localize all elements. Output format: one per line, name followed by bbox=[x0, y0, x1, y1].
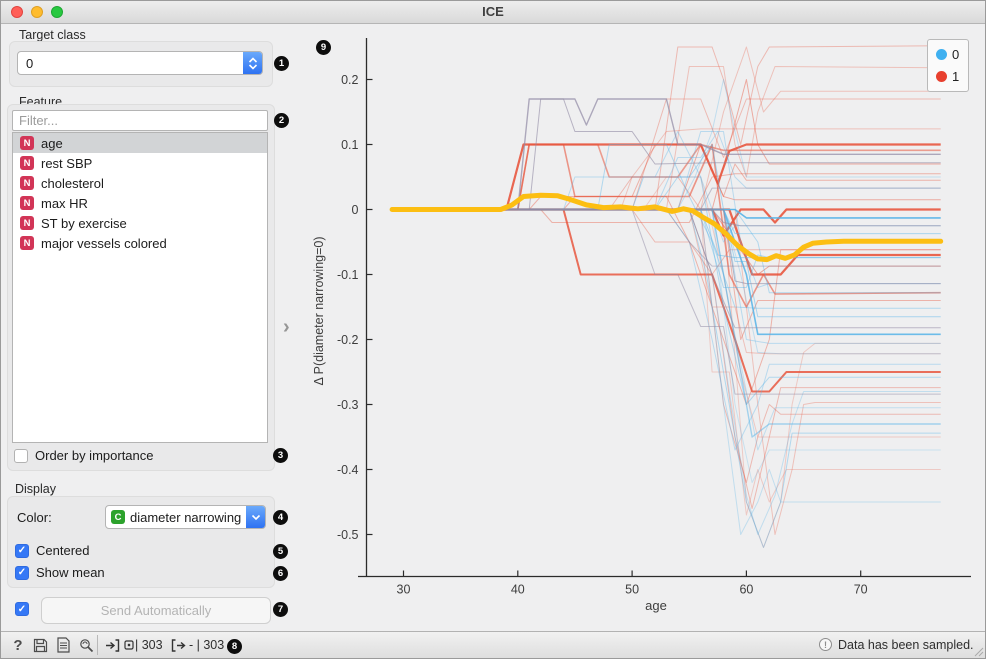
feature-list-item[interactable]: Nmajor vessels colored bbox=[13, 233, 267, 253]
feature-list-item[interactable]: Nrest SBP bbox=[13, 153, 267, 173]
show-mean-checkbox[interactable]: ✓ bbox=[15, 566, 29, 580]
doc-annotation-badge: 7 bbox=[273, 602, 288, 617]
color-label: Color: bbox=[17, 510, 52, 525]
centered-checkbox[interactable]: ✓ bbox=[15, 544, 29, 558]
show-mean-label: Show mean bbox=[36, 565, 105, 580]
send-automatically-button[interactable]: Send Automatically bbox=[41, 597, 271, 624]
feature-list-item[interactable]: Nage bbox=[13, 133, 267, 153]
order-by-importance-checkbox[interactable] bbox=[14, 449, 28, 463]
doc-annotation-badge: 2 bbox=[274, 113, 289, 128]
feature-name: max HR bbox=[41, 196, 88, 211]
report-icon[interactable] bbox=[54, 636, 72, 654]
output-summary: - | 303 bbox=[189, 638, 224, 652]
input-summary: | 303 bbox=[135, 638, 163, 652]
input-arrow-icon bbox=[103, 636, 121, 654]
warning-icon: ! bbox=[819, 638, 832, 651]
svg-text:60: 60 bbox=[739, 583, 753, 597]
target-class-combobox[interactable]: 0 bbox=[17, 51, 263, 75]
visual-settings-brush-icon[interactable] bbox=[77, 636, 95, 654]
order-by-importance-label: Order by importance bbox=[35, 448, 154, 463]
color-combobox[interactable]: C diameter narrowing bbox=[105, 505, 266, 529]
doc-annotation-badge: 1 bbox=[274, 56, 289, 71]
svg-text:70: 70 bbox=[854, 583, 868, 597]
numeric-variable-icon: N bbox=[20, 136, 34, 150]
color-combobox-chevron-icon[interactable] bbox=[246, 506, 265, 528]
feature-name: cholesterol bbox=[41, 176, 104, 191]
svg-text:age: age bbox=[645, 598, 667, 613]
svg-text:0: 0 bbox=[352, 203, 359, 217]
combobox-stepper-icon[interactable] bbox=[243, 52, 262, 74]
svg-text:Δ P(diameter narrowing=0): Δ P(diameter narrowing=0) bbox=[312, 236, 326, 385]
plot-legend: 01 bbox=[927, 39, 969, 92]
feature-filter-input[interactable] bbox=[12, 110, 268, 131]
centered-row[interactable]: ✓ Centered bbox=[15, 543, 89, 558]
statusbar: ? | 303 - | 303 ! Data has been sampled. bbox=[1, 631, 985, 658]
collapse-sidebar-chevron-icon[interactable]: › bbox=[283, 316, 290, 339]
centered-label: Centered bbox=[36, 543, 89, 558]
svg-text:50: 50 bbox=[625, 583, 639, 597]
svg-text:-0.2: -0.2 bbox=[337, 333, 359, 347]
numeric-variable-icon: N bbox=[20, 196, 34, 210]
statusbar-divider bbox=[97, 635, 98, 655]
legend-dot-icon bbox=[936, 49, 947, 60]
numeric-variable-icon: N bbox=[20, 236, 34, 250]
help-icon[interactable]: ? bbox=[9, 636, 27, 654]
feature-list-item[interactable]: Nmax HR bbox=[13, 193, 267, 213]
color-value: diameter narrowing bbox=[125, 510, 246, 525]
legend-label: 1 bbox=[952, 69, 959, 84]
legend-item: 1 bbox=[936, 69, 968, 84]
doc-annotation-badge: 5 bbox=[273, 544, 288, 559]
doc-annotation-badge: 4 bbox=[273, 510, 288, 525]
numeric-variable-icon: N bbox=[20, 176, 34, 190]
doc-annotation-badge: 6 bbox=[273, 566, 288, 581]
status-message: Data has been sampled. bbox=[838, 638, 974, 652]
save-icon[interactable] bbox=[31, 636, 49, 654]
svg-text:-0.1: -0.1 bbox=[337, 268, 359, 282]
feature-list-item[interactable]: N ST by exercise bbox=[13, 213, 267, 233]
target-class-value: 0 bbox=[18, 56, 243, 71]
target-class-label: Target class bbox=[19, 28, 86, 42]
categorical-variable-icon: C bbox=[111, 510, 125, 524]
feature-list-item[interactable]: Ncholesterol bbox=[13, 173, 267, 193]
doc-annotation-badge: 8 bbox=[227, 639, 242, 654]
svg-text:-0.5: -0.5 bbox=[337, 528, 359, 542]
numeric-variable-icon: N bbox=[20, 216, 34, 230]
ice-window: ICE Target class 0 Feature NageNrest SBP… bbox=[0, 0, 986, 659]
svg-text:0.2: 0.2 bbox=[341, 73, 358, 87]
display-label: Display bbox=[15, 482, 56, 496]
output-arrow-icon bbox=[169, 636, 187, 654]
window-title: ICE bbox=[1, 4, 985, 19]
titlebar: ICE bbox=[1, 1, 985, 24]
feature-name: major vessels colored bbox=[41, 236, 167, 251]
send-automatically-checkbox[interactable]: ✓ bbox=[15, 602, 29, 616]
feature-name: ST by exercise bbox=[41, 216, 127, 231]
numeric-variable-icon: N bbox=[20, 156, 34, 170]
resize-grip[interactable] bbox=[972, 645, 984, 657]
ice-plot: 0.2 0.1 0 -0.1 -0.2 -0.3 -0.4 -0.5 30 40 50 60 70 age… bbox=[311, 23, 986, 634]
svg-text:-0.3: -0.3 bbox=[337, 398, 359, 412]
feature-name: age bbox=[41, 136, 63, 151]
doc-annotation-badge: 9 bbox=[316, 40, 331, 55]
legend-dot-icon bbox=[936, 71, 947, 82]
svg-text:40: 40 bbox=[511, 583, 525, 597]
legend-label: 0 bbox=[952, 47, 959, 62]
legend-item: 0 bbox=[936, 47, 968, 62]
order-by-importance-row[interactable]: Order by importance bbox=[14, 448, 154, 463]
show-mean-row[interactable]: ✓ Show mean bbox=[15, 565, 105, 580]
svg-text:0.1: 0.1 bbox=[341, 138, 358, 152]
svg-text:30: 30 bbox=[397, 583, 411, 597]
doc-annotation-badge: 3 bbox=[273, 448, 288, 463]
svg-text:-0.4: -0.4 bbox=[337, 463, 359, 477]
feature-list[interactable]: NageNrest SBPNcholesterolNmax HRNST by e… bbox=[12, 132, 268, 443]
feature-name: rest SBP bbox=[41, 156, 92, 171]
